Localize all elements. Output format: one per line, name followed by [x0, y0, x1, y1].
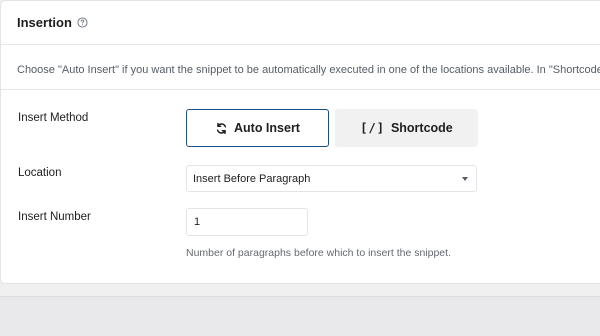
chevron-down-icon	[462, 177, 468, 181]
auto-insert-label: Auto Insert	[234, 121, 300, 135]
auto-insert-button[interactable]: Auto Insert	[186, 109, 329, 147]
next-panel	[0, 296, 600, 336]
shortcode-label: Shortcode	[390, 121, 453, 135]
shortcode-button[interactable]: [/] Shortcode	[335, 109, 478, 147]
refresh-icon	[215, 122, 228, 135]
location-selected-value: Insert Before Paragraph	[193, 172, 311, 185]
section-description: Choose "Auto Insert" if you want the sni…	[17, 64, 600, 76]
shortcode-brackets-icon: [/]	[360, 121, 385, 135]
divider	[1, 89, 600, 90]
insert-number-help: Number of paragraphs before which to ins…	[186, 247, 451, 259]
location-select[interactable]: Insert Before Paragraph	[186, 165, 477, 192]
panel-header: Insertion	[1, 1, 600, 45]
section-title: Insertion	[17, 15, 72, 30]
help-icon[interactable]	[77, 17, 88, 28]
insert-number-input[interactable]	[186, 208, 308, 236]
insertion-panel: Insertion Choose "Auto Insert" if you wa…	[0, 0, 600, 284]
location-label: Location	[18, 167, 62, 179]
insert-method-label: Insert Method	[18, 112, 89, 124]
insert-number-label: Insert Number	[18, 211, 91, 223]
